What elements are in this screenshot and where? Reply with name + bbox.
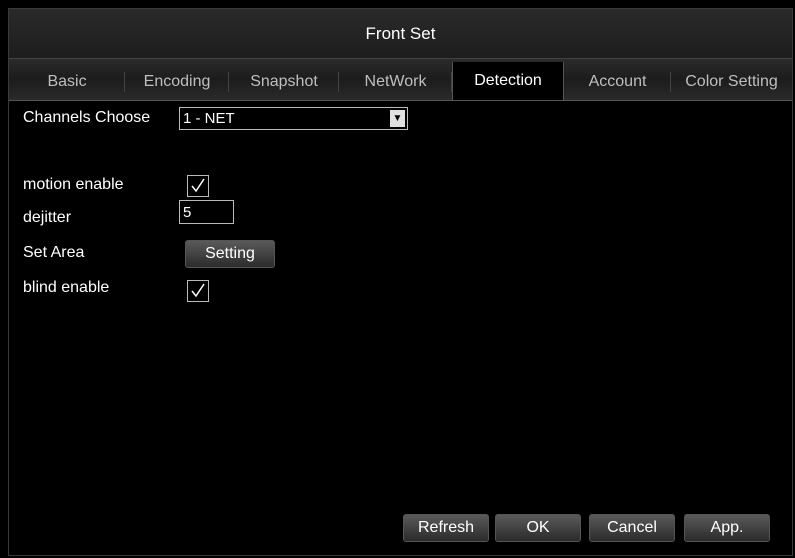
motion-enable-label: motion enable (23, 176, 124, 193)
front-set-window: Front Set Basic Encoding Snapshot NetWor… (8, 8, 793, 556)
motion-enable-checkbox[interactable] (187, 175, 209, 197)
dejitter-input[interactable] (179, 200, 234, 224)
set-area-label: Set Area (23, 244, 85, 261)
checkmark-icon (191, 283, 205, 298)
dropdown-arrow-icon[interactable]: ▼ (390, 110, 405, 127)
dejitter-label: dejitter (23, 209, 72, 226)
blind-enable-checkbox[interactable] (187, 280, 209, 302)
ok-button[interactable]: OK (495, 514, 581, 542)
tab-detection[interactable]: Detection (452, 62, 564, 100)
tab-account-label: Account (588, 73, 647, 90)
apply-button[interactable]: App. (684, 514, 770, 542)
tab-bar: Basic Encoding Snapshot NetWork Detectio… (9, 59, 792, 101)
tab-network[interactable]: NetWork (339, 64, 452, 100)
tab-color-setting-label: Color Setting (685, 73, 778, 90)
tab-encoding-label: Encoding (143, 73, 211, 90)
tab-network-label: NetWork (364, 73, 427, 90)
blind-enable-label: blind enable (23, 279, 110, 296)
tab-snapshot[interactable]: Snapshot (229, 64, 339, 100)
tab-detection-label: Detection (474, 72, 542, 89)
tab-snapshot-label: Snapshot (250, 73, 318, 90)
tab-account[interactable]: Account (564, 64, 671, 100)
window-title: Front Set (9, 9, 792, 59)
channels-select[interactable]: 1 - NET ▼ (179, 107, 408, 130)
refresh-button[interactable]: Refresh (403, 514, 489, 542)
tab-basic-label: Basic (47, 73, 87, 90)
setting-button[interactable]: Setting (185, 240, 275, 268)
cancel-button[interactable]: Cancel (589, 514, 675, 542)
tab-color-setting[interactable]: Color Setting (671, 64, 792, 100)
checkmark-icon (191, 178, 205, 193)
tab-basic[interactable]: Basic (9, 64, 125, 100)
tab-encoding[interactable]: Encoding (125, 64, 229, 100)
channels-select-value: 1 - NET (183, 110, 235, 127)
channels-choose-label: Channels Choose (23, 109, 151, 126)
